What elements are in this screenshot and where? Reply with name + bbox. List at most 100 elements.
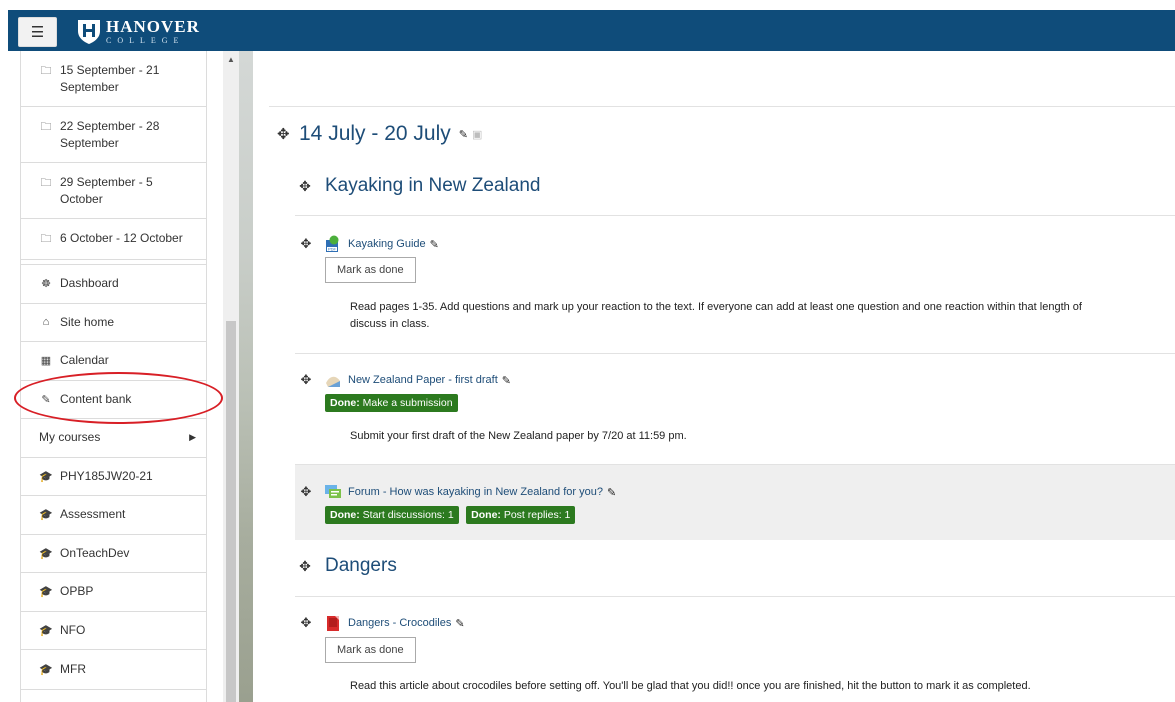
logo-name: HANOVER <box>106 16 200 36</box>
drawer-item-my-courses[interactable]: My courses ▶ <box>21 419 206 458</box>
edit-pencil-icon[interactable]: ✎ <box>502 374 511 387</box>
drawer-week-item[interactable]: 🗀 6 October - 12 October <box>21 219 206 259</box>
activity-dangers-crocodiles: ✥ Dangers - Crocodiles ✎ <box>300 614 465 632</box>
drawer-item-label: Content bank <box>60 391 132 406</box>
brush-icon: ✎ <box>41 393 51 406</box>
drawer-scrollbar[interactable]: ▲ <box>223 51 239 702</box>
drawer-item-label: 22 September - 28 September <box>60 119 160 150</box>
subsection-title-text: Kayaking in New Zealand <box>325 175 541 196</box>
drawer-course-item[interactable]: 🎓 PHY185JW20-21 <box>21 458 206 496</box>
move-icon[interactable]: ✥ <box>299 558 311 575</box>
drawer-week-item[interactable]: 🗀 29 September - 5 October <box>21 163 206 219</box>
caret-right-icon: ▶ <box>189 432 196 443</box>
drawer-item-label: 15 September - 21 September <box>60 63 160 94</box>
drawer-item-label: My courses <box>39 430 101 445</box>
drawer-week-item[interactable]: 🗀 15 September - 21 September <box>21 51 206 107</box>
edit-pencil-icon[interactable]: ✎ <box>430 238 439 251</box>
subsection-title-text: Dangers <box>325 555 397 576</box>
main-nav: ☸ Dashboard ⌂ Site home ▦ Calendar ✎ Con… <box>21 264 206 690</box>
main-content: ✥ 14 July - 20 July ✎ ▣ ✥ Kayaking in Ne… <box>253 51 1175 702</box>
activity-link[interactable]: New Zealand Paper - first draft <box>348 374 498 386</box>
drawer-week-item[interactable]: 🗀 22 September - 28 September <box>21 107 206 163</box>
description-line: discuss in class. <box>350 318 430 330</box>
drawer-item-label: PHY185JW20-21 <box>60 468 153 483</box>
drawer-item-calendar[interactable]: ▦ Calendar <box>21 342 206 381</box>
completion-badges: Done: Start discussions: 1 Done: Post re… <box>325 505 578 524</box>
assignment-icon <box>326 376 340 387</box>
divider <box>269 106 1175 107</box>
activity-link[interactable]: Kayaking Guide <box>348 238 426 250</box>
file-icon <box>327 616 339 631</box>
activity-kayaking-guide: ✥ PDF Kayaking Guide ✎ <box>300 235 439 253</box>
move-icon[interactable]: ✥ <box>300 236 312 252</box>
scroll-thumb[interactable] <box>226 321 236 702</box>
drawer-item-label: 6 October - 12 October <box>60 231 183 245</box>
nav-drawer: 🗀 15 September - 21 September 🗀 22 Septe… <box>20 51 207 702</box>
activity-link[interactable]: Forum - How was kayaking in New Zealand … <box>348 486 603 498</box>
week-list: 🗀 15 September - 21 September 🗀 22 Septe… <box>21 51 206 260</box>
folder-icon: 🗀 <box>40 233 52 245</box>
edit-pencil-icon[interactable]: ✎ <box>455 617 464 630</box>
background-image <box>239 51 253 702</box>
mark-as-done-button[interactable]: Mark as done <box>325 637 416 663</box>
activity-link[interactable]: Dangers - Crocodiles <box>348 617 451 629</box>
drawer-item-label: NFO <box>60 622 86 637</box>
edit-pencil-icon[interactable]: ✎ <box>607 486 616 499</box>
drawer-item-content-bank[interactable]: ✎ Content bank <box>21 381 206 419</box>
move-icon[interactable]: ✥ <box>300 615 312 631</box>
move-icon[interactable]: ✥ <box>299 178 311 195</box>
home-icon: ⌂ <box>42 316 50 329</box>
hamburger-icon[interactable]: ☰ <box>18 17 57 47</box>
trash-icon[interactable]: ▣ <box>472 128 482 141</box>
graduation-cap-icon: 🎓 <box>39 470 53 483</box>
drawer-course-item[interactable]: 🎓 OnTeachDev <box>21 535 206 573</box>
activity-description: Read this article about crocodiles befor… <box>350 680 1031 692</box>
scroll-up-icon[interactable]: ▲ <box>223 55 239 67</box>
drawer-item-label: OnTeachDev <box>60 545 130 560</box>
folder-icon: 🗀 <box>40 121 52 133</box>
graduation-cap-icon: 🎓 <box>39 663 53 676</box>
move-icon[interactable]: ✥ <box>277 125 290 143</box>
graduation-cap-icon: 🎓 <box>39 624 53 637</box>
calendar-icon: ▦ <box>40 355 52 368</box>
edit-pencil-icon[interactable]: ✎ <box>459 128 468 141</box>
divider <box>295 596 1175 597</box>
subsection-title: ✥ Dangers <box>299 555 397 577</box>
divider <box>295 215 1175 216</box>
graduation-cap-icon: 🎓 <box>39 509 53 522</box>
drawer-item-label: Assessment <box>60 507 126 522</box>
page: ☰ HANOVER COLLEGE 🗀 15 September - 21 Se… <box>0 0 1175 702</box>
section-title: ✥ 14 July - 20 July ✎ ▣ <box>277 122 482 146</box>
drawer-item-label: MFR <box>60 661 86 676</box>
done-badge: Done: Start discussions: 1 <box>325 506 459 524</box>
drawer-course-item[interactable]: 🎓 MFR <box>21 650 206 689</box>
drawer-item-label: Dashboard <box>60 276 119 291</box>
move-icon[interactable]: ✥ <box>300 484 312 500</box>
move-icon[interactable]: ✥ <box>300 372 312 388</box>
description-line: Read pages 1-35. Add questions and mark … <box>350 301 1082 313</box>
activity-row-forum <box>295 464 1175 540</box>
divider <box>295 353 1175 354</box>
activity-forum: ✥ Forum - How was kayaking in New Zealan… <box>300 483 617 501</box>
done-badge: Done: Post replies: 1 <box>466 506 576 524</box>
drawer-item-site-home[interactable]: ⌂ Site home <box>21 304 206 342</box>
drawer-item-dashboard[interactable]: ☸ Dashboard <box>21 265 206 304</box>
completion-badges: Done: Make a submission <box>325 393 461 412</box>
drawer-course-item[interactable]: 🎓 OPBP <box>21 573 206 612</box>
drawer-item-label: OPBP <box>60 584 94 599</box>
shield-icon <box>78 20 100 44</box>
section-title-text: 14 July - 20 July <box>299 122 451 145</box>
logo[interactable]: HANOVER COLLEGE <box>76 16 200 46</box>
drawer-item-label: Calendar <box>60 353 109 368</box>
dashboard-icon: ☸ <box>41 278 51 291</box>
top-navbar: ☰ HANOVER COLLEGE <box>8 10 1175 51</box>
svg-text:PDF: PDF <box>328 247 337 252</box>
drawer-course-item[interactable]: 🎓 NFO <box>21 612 206 650</box>
folder-icon: 🗀 <box>40 65 52 77</box>
pdf-icon: PDF <box>326 235 339 252</box>
drawer-course-item[interactable]: 🎓 Assessment <box>21 496 206 535</box>
graduation-cap-icon: 🎓 <box>39 586 53 599</box>
folder-icon: 🗀 <box>40 177 52 189</box>
subsection-title: ✥ Kayaking in New Zealand <box>299 175 540 197</box>
mark-as-done-button[interactable]: Mark as done <box>325 257 416 283</box>
